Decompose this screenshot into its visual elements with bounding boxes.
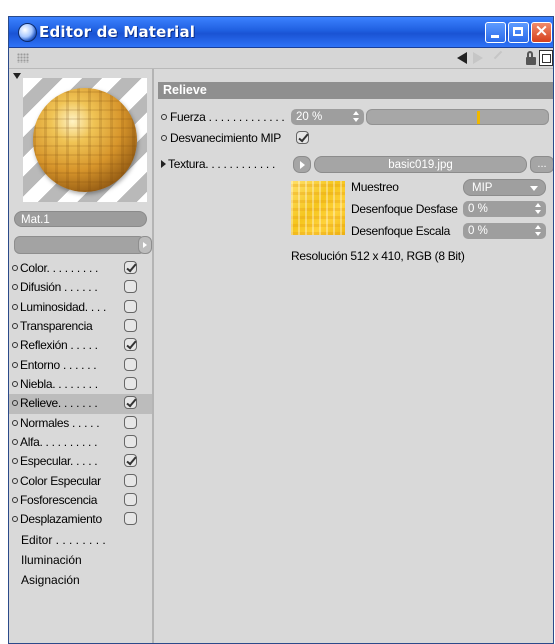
resolution-info: Resolución 512 x 410, RGB (8 Bit) <box>291 249 465 263</box>
material-slider[interactable] <box>14 236 152 254</box>
channel-relieve-checkbox[interactable] <box>124 396 137 410</box>
muestreo-select[interactable]: MIP <box>463 179 546 196</box>
stepper-arrows-icon[interactable] <box>535 202 541 215</box>
fuerza-label: Fuerza . . . . . . . . . . . . . <box>170 110 285 124</box>
new-window-icon[interactable] <box>539 50 553 66</box>
bullet-icon <box>161 134 167 141</box>
slider-handle[interactable] <box>477 111 480 124</box>
channel-transparencia-checkbox[interactable] <box>124 319 137 333</box>
app-icon <box>18 23 37 42</box>
channel-normales[interactable]: Normales . . . . . <box>9 414 152 433</box>
channel-reflexion[interactable]: Reflexión . . . . . <box>9 336 152 355</box>
channel-difusion[interactable]: Difusión . . . . . . <box>9 278 152 297</box>
channel-desplazamiento[interactable]: Desplazamiento <box>9 510 152 529</box>
mip-row: Desvanecimiento MIP <box>161 131 281 145</box>
channel-luminosidad[interactable]: Luminosidad. . . . <box>9 298 152 317</box>
bullet-icon <box>12 361 18 368</box>
channel-color-especular-checkbox[interactable] <box>124 473 137 487</box>
texture-menu-arrow-icon[interactable] <box>293 156 311 173</box>
preview-menu-triangle-icon[interactable] <box>13 73 21 79</box>
mip-label: Desvanecimiento MIP <box>170 131 282 145</box>
lock-icon[interactable] <box>526 51 536 65</box>
toolbar <box>9 48 553 69</box>
bullet-icon <box>12 477 18 484</box>
back-arrow-icon[interactable] <box>457 52 467 64</box>
forward-arrow-icon <box>473 52 483 64</box>
fuerza-field[interactable]: 20 % <box>291 109 364 125</box>
channel-alfa-checkbox[interactable] <box>124 435 137 449</box>
channel-color[interactable]: Color. . . . . . . . . <box>9 259 152 278</box>
channel-normales-checkbox[interactable] <box>124 415 137 429</box>
channel-especular[interactable]: Especular. . . . . <box>9 452 152 471</box>
nav-asignacion[interactable]: Asignación <box>9 570 152 590</box>
bullet-icon <box>12 419 18 426</box>
channel-relieve[interactable]: Relieve. . . . . . . <box>9 394 152 414</box>
relieve-panel: Relieve Fuerza . . . . . . . . . . . . .… <box>154 69 553 643</box>
channel-difusion-checkbox[interactable] <box>124 280 137 294</box>
material-editor-window: Editor de Material × Mat.1 Color. . . . … <box>8 16 554 644</box>
minimize-icon[interactable] <box>485 22 506 43</box>
bullet-icon <box>12 381 18 388</box>
material-sphere-icon <box>33 88 137 192</box>
channel-luminosidad-checkbox[interactable] <box>124 299 137 313</box>
maximize-icon[interactable] <box>508 22 529 43</box>
bullet-icon <box>12 303 18 310</box>
material-preview[interactable] <box>23 78 147 202</box>
texture-more-button[interactable]: ... <box>530 156 553 173</box>
channel-fosforescencia[interactable]: Fosforescencia <box>9 491 152 510</box>
channel-especular-checkbox[interactable] <box>124 454 137 468</box>
section-header: Relieve <box>158 82 553 99</box>
texture-file-button[interactable]: basic019.jpg <box>314 156 527 173</box>
slider-arrow-icon[interactable] <box>138 236 152 254</box>
channel-niebla-checkbox[interactable] <box>124 377 137 391</box>
desenfoque-escala-label: Desenfoque Escala <box>351 224 450 238</box>
desenfoque-escala-field[interactable]: 0 % <box>463 223 546 239</box>
bullet-icon <box>161 113 167 120</box>
channel-color-checkbox[interactable] <box>124 261 137 274</box>
window-title: Editor de Material <box>39 23 196 41</box>
stepper-arrows-icon[interactable] <box>353 110 359 123</box>
grip-icon[interactable] <box>17 53 29 63</box>
desenfoque-desfase-field[interactable]: 0 % <box>463 201 546 217</box>
channel-entorno[interactable]: Entorno . . . . . . <box>9 356 152 375</box>
title-bar[interactable]: Editor de Material × <box>9 17 553 48</box>
stepper-arrows-icon[interactable] <box>535 224 541 237</box>
textura-label: Textura. . . . . . . . . . . . <box>168 157 276 171</box>
textura-row: Textura. . . . . . . . . . . . <box>161 157 275 171</box>
bullet-icon <box>12 342 18 349</box>
bullet-icon <box>12 439 18 446</box>
bullet-icon <box>12 458 18 465</box>
channel-transparencia[interactable]: Transparencia <box>9 317 152 336</box>
muestreo-label: Muestreo <box>351 180 399 194</box>
material-name-field[interactable]: Mat.1 <box>14 211 147 227</box>
nav-editor[interactable]: Editor . . . . . . . . <box>9 530 152 550</box>
nav-iluminacion[interactable]: Iluminación <box>9 550 152 570</box>
bullet-icon <box>12 323 18 330</box>
channel-desplazamiento-checkbox[interactable] <box>124 512 137 526</box>
channel-reflexion-checkbox[interactable] <box>124 338 137 352</box>
mip-checkbox[interactable] <box>296 131 309 144</box>
channel-fosforescencia-checkbox[interactable] <box>124 493 137 507</box>
up-arrow-icon <box>493 50 503 60</box>
texture-thumbnail <box>291 181 345 235</box>
channel-entorno-checkbox[interactable] <box>124 357 137 371</box>
channel-sidebar: Mat.1 Color. . . . . . . . . Difusión . … <box>9 69 152 643</box>
desenfoque-desfase-label: Desenfoque Desfase <box>351 202 458 216</box>
expand-triangle-icon[interactable] <box>161 159 166 168</box>
channel-niebla[interactable]: Niebla. . . . . . . . <box>9 375 152 394</box>
bullet-icon <box>12 400 18 407</box>
channel-list: Color. . . . . . . . . Difusión . . . . … <box>9 259 152 590</box>
bullet-icon <box>12 284 18 291</box>
close-icon[interactable]: × <box>531 21 552 43</box>
fuerza-slider[interactable] <box>366 109 549 125</box>
channel-alfa[interactable]: Alfa. . . . . . . . . . <box>9 433 152 452</box>
bullet-icon <box>12 497 18 504</box>
bullet-icon <box>12 516 18 523</box>
bullet-icon <box>12 265 18 271</box>
fuerza-row: Fuerza . . . . . . . . . . . . . <box>161 110 285 124</box>
channel-color-especular[interactable]: Color Especular <box>9 472 152 491</box>
